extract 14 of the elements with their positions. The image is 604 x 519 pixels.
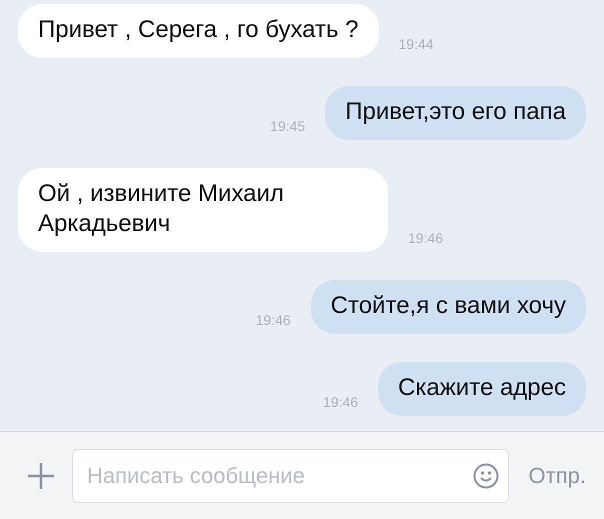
message-time: 19:45 (270, 118, 306, 136)
message-time: 19:46 (256, 312, 291, 330)
message-bubble: Привет,это его папа (325, 86, 586, 140)
plus-icon[interactable] (26, 460, 56, 490)
message-time: 19:46 (323, 394, 358, 412)
message-bubble: Скажите адрес (378, 362, 586, 416)
message-time: 19:44 (398, 36, 434, 54)
send-button[interactable]: Отпр. (524, 458, 590, 492)
message-field[interactable]: Написать сообщение (72, 448, 509, 502)
message-time: 19:46 (408, 230, 444, 248)
message-bubble: Ой , извините Михаил Аркадьевич (18, 168, 388, 252)
message-bubble: Стойте,я с вами хочу (310, 280, 586, 334)
message-bubble: Привет , Серега , го бухать ? (18, 4, 379, 58)
smiley-icon[interactable] (472, 462, 499, 488)
